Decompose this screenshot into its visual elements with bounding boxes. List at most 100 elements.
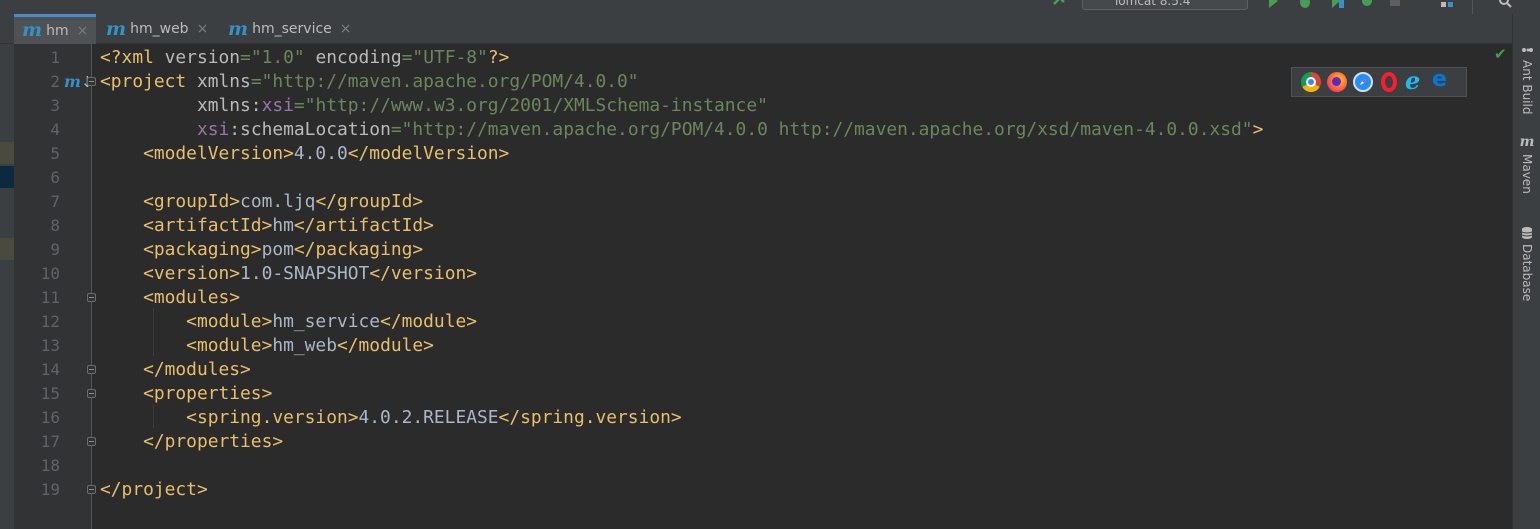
code-line-8: <artifactId>hm</artifactId> (100, 214, 434, 238)
xml-open-tag: <properties> (143, 383, 273, 404)
equals: = (250, 71, 262, 92)
xml-close-tag: </packaging> (293, 239, 424, 260)
back-arrow-icon[interactable] (1052, 0, 1066, 8)
line-number: 9 (50, 240, 60, 259)
code-line-19: </project> (100, 478, 208, 502)
attribute-value: "http://maven.apache.org/POM/4.0.0 http:… (401, 119, 1253, 140)
attribute-name: xmlns (196, 71, 251, 92)
line-number: 6 (50, 168, 60, 187)
maven-file-icon: m (106, 17, 127, 40)
line-number: 3 (50, 96, 60, 115)
xml-open-tag: <artifactId> (143, 215, 273, 236)
run-icon[interactable] (1266, 0, 1280, 8)
tab-label: hm_web (130, 21, 189, 37)
code-line-7: <groupId>com.ljq</groupId> (100, 190, 423, 214)
line-number: 16 (40, 408, 60, 427)
stop-icon[interactable] (1388, 0, 1402, 8)
debug-icon[interactable] (1298, 0, 1312, 8)
element-text: 1.0-SNAPSHOT (240, 263, 370, 284)
attribute-name: xmlns: (196, 95, 262, 116)
tab-hm[interactable]: m hm × (14, 14, 96, 44)
tab-hm-web[interactable]: m hm_web × (98, 14, 218, 44)
editor-tab-bar: m hm × m hm_web × m hm_service × (0, 14, 1512, 44)
line-number: 8 (50, 216, 60, 235)
line-number: 17 (40, 432, 60, 451)
code-line-12: <module>hm_service</module> (100, 310, 477, 334)
firefox-icon[interactable] (1327, 72, 1347, 92)
inspection-ok-icon[interactable]: ✔ (1494, 45, 1507, 63)
line-number: 10 (40, 264, 60, 283)
element-text: 4.0.2.RELEASE (358, 407, 499, 428)
xml-open-tag: <modelVersion> (143, 143, 294, 164)
code-line-1: <?xml version="1.0" encoding="UTF-8"?> (100, 46, 509, 70)
coverage-icon[interactable] (1330, 0, 1344, 8)
project-structure-icon[interactable] (1440, 0, 1454, 8)
code-line-9: <packaging>pom</packaging> (100, 238, 423, 262)
close-icon[interactable]: × (340, 21, 352, 37)
maven-tool-button[interactable]: m Maven (1513, 134, 1540, 194)
ant-build-tool-button[interactable]: Ant Build (1513, 44, 1540, 114)
line-number: 12 (40, 312, 60, 331)
namespace-prefix: xsi (196, 119, 230, 140)
tab-hm-service[interactable]: m hm_service × (220, 14, 360, 44)
tab-label: hm (46, 22, 69, 39)
code-editor[interactable]: <?xml version="1.0" encoding="UTF-8"?> <… (92, 44, 1512, 529)
attribute-name: encoding (315, 47, 402, 68)
edge-icon[interactable]: e (1431, 67, 1451, 92)
open-in-browser-popup: e e (1291, 66, 1467, 97)
code-line-13: <module>hm_web</module> (100, 334, 434, 358)
maven-label: Maven (1520, 154, 1534, 194)
attribute-value: "1.0" (250, 47, 305, 68)
tab-label: hm_service (252, 21, 332, 37)
close-icon[interactable]: × (197, 21, 209, 37)
code-line-17: </properties> (100, 430, 283, 454)
ant-build-label: Ant Build (1520, 60, 1534, 115)
maven-icon: m (1519, 134, 1535, 150)
xml-close-tag: </module> (336, 335, 434, 356)
line-number: 4 (50, 120, 60, 139)
safari-icon[interactable] (1353, 72, 1373, 92)
xml-open-tag: <modules> (143, 287, 241, 308)
change-marker (0, 238, 14, 260)
code-line-10: <version>1.0-SNAPSHOT</version> (100, 262, 477, 286)
run-configuration-selector[interactable]: Tomcat 8.5.4 (1082, 0, 1248, 10)
equals: = (240, 47, 251, 68)
xml-close-tag: </artifactId> (293, 215, 434, 236)
profile-icon[interactable] (1360, 0, 1374, 8)
namespace-prefix: xsi (261, 95, 294, 116)
database-tool-button[interactable]: Database (1513, 226, 1540, 301)
maven-file-icon: m (22, 19, 43, 41)
line-number: 11 (40, 288, 60, 307)
element-text: hm_web (272, 335, 337, 356)
editor-gutter: 1 2 3 4 5 6 7 8 9 10 11 12 13 14 15 16 1… (14, 44, 96, 529)
left-tool-strip (0, 44, 14, 529)
right-tool-strip: Ant Build m Maven Database (1512, 14, 1540, 529)
xml-close-tag: </modelVersion> (347, 143, 510, 164)
close-icon[interactable]: × (77, 23, 89, 39)
attribute-value: "UTF-8" (412, 47, 488, 68)
code-line-3: xmlns:xsi="http://www.w3.org/2001/XMLSch… (100, 94, 768, 118)
chrome-icon[interactable] (1301, 72, 1321, 92)
equals: = (390, 119, 402, 140)
search-icon[interactable] (1498, 0, 1512, 8)
equals: = (293, 95, 305, 116)
xml-tag-close: > (1252, 119, 1264, 140)
opera-icon[interactable] (1381, 72, 1397, 92)
xml-open-tag: <spring.version> (186, 407, 359, 428)
line-number: 5 (50, 144, 60, 163)
xml-close-tag: </properties> (143, 431, 284, 452)
xml-declaration-open: <?xml (100, 47, 165, 68)
code-line-5: <modelVersion>4.0.0</modelVersion> (100, 142, 509, 166)
attribute-value: "http://www.w3.org/2001/XMLSchema-instan… (304, 95, 768, 116)
element-text: 4.0.0 (293, 143, 348, 164)
internet-explorer-icon[interactable]: e (1405, 66, 1425, 95)
